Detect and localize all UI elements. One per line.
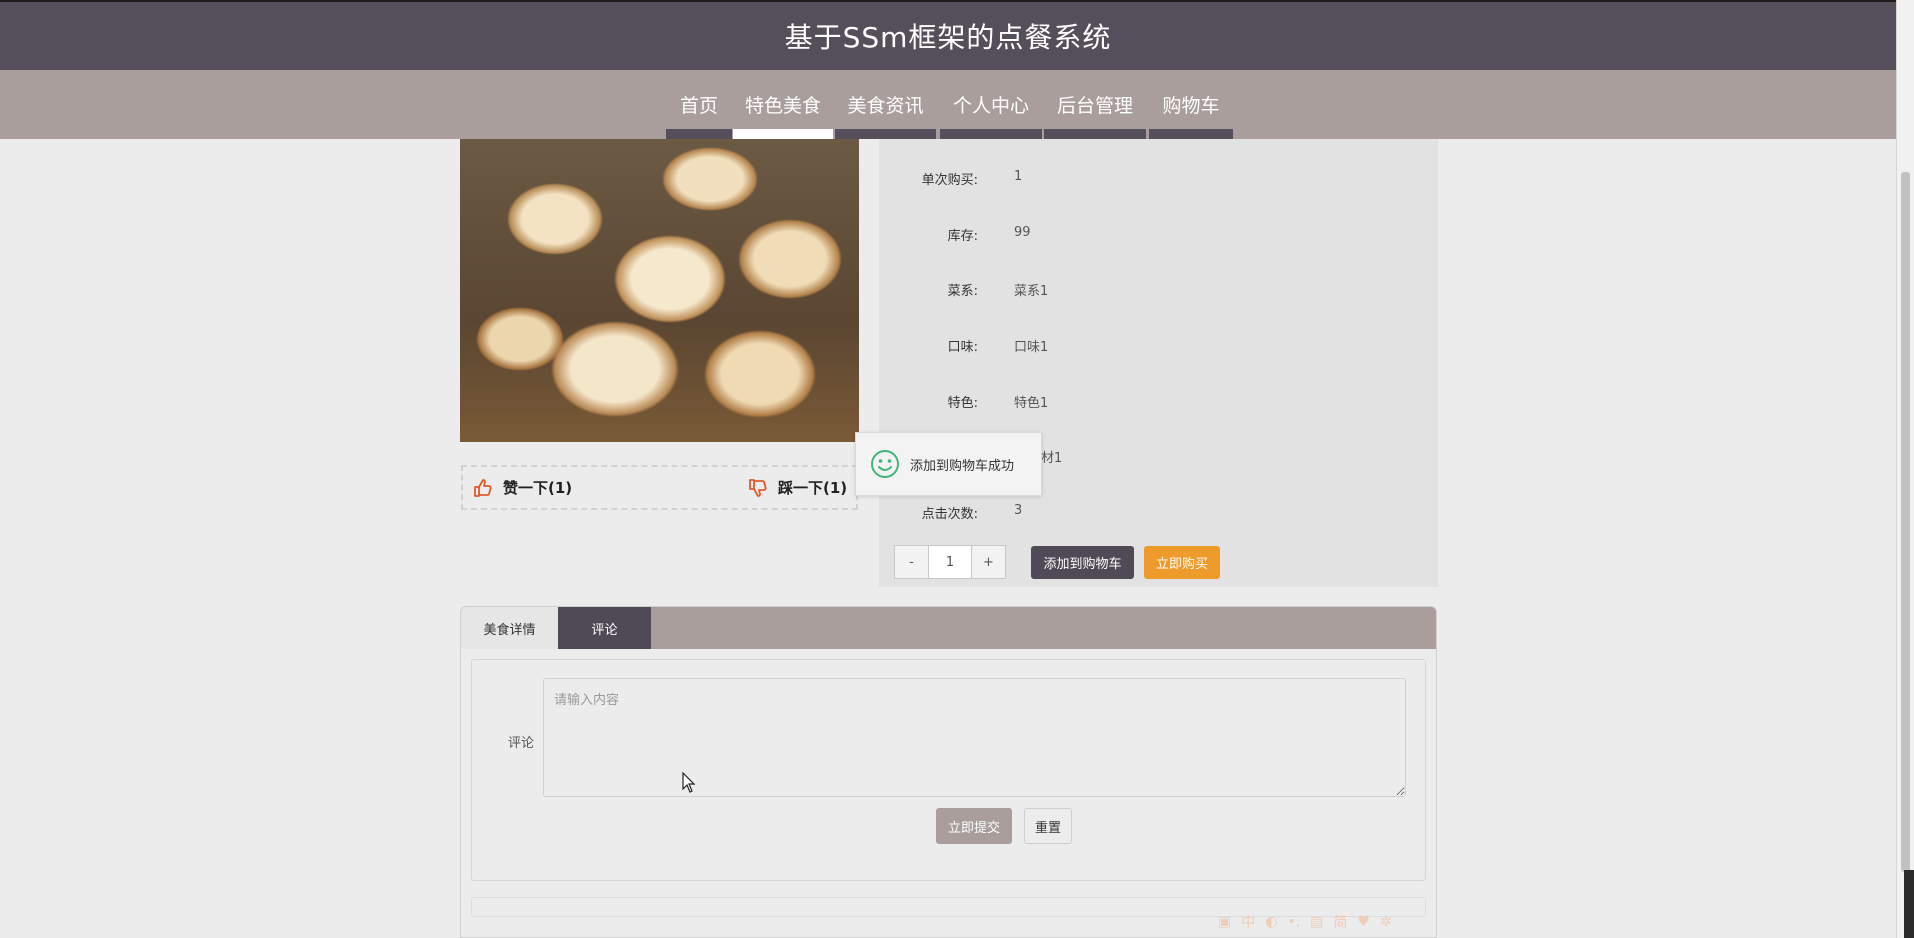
comment-label: 评论 xyxy=(508,736,535,751)
info-label: 特色: xyxy=(947,396,978,411)
smile-icon xyxy=(871,450,899,478)
nav-item-profile[interactable]: 个人中心 xyxy=(940,70,1042,139)
info-row-feature: 特色: 特色1 xyxy=(879,392,1438,412)
nav-item-cart[interactable]: 购物车 xyxy=(1149,70,1233,139)
nav-item-label: 后台管理 xyxy=(1056,95,1133,117)
toast-message: 添加到购物车成功 xyxy=(910,458,1015,474)
tab-bar: 美食详情 评论 xyxy=(461,607,1436,649)
ime-shirt-icon: ♥ xyxy=(1357,914,1370,930)
nav-item-label: 首页 xyxy=(679,95,718,117)
quantity-plus-button[interactable]: + xyxy=(972,546,1005,578)
info-row-flavor: 口味: 口味1 xyxy=(879,336,1438,356)
main-nav: 首页 特色美食 美食资讯 个人中心 后台管理 购物车 xyxy=(0,70,1896,139)
reset-button[interactable]: 重置 xyxy=(1024,808,1072,844)
nav-item-label: 特色美食 xyxy=(744,95,821,117)
nav-item-home[interactable]: 首页 xyxy=(666,70,732,139)
info-row-cuisine: 菜系: 菜系1 xyxy=(879,280,1438,300)
info-label: 单次购买: xyxy=(921,173,978,188)
ime-punct-icon: •, xyxy=(1287,914,1301,930)
quantity-input[interactable]: 1 xyxy=(928,546,972,578)
tab-comments[interactable]: 评论 xyxy=(558,607,651,649)
vertical-scrollbar[interactable] xyxy=(1896,0,1914,938)
site-title: 基于SSm框架的点餐系统 xyxy=(784,21,1112,54)
info-value: 材1 xyxy=(1041,451,1063,466)
dislike-label: 踩一下(1) xyxy=(778,479,848,497)
scrollbar-thumb[interactable] xyxy=(1901,172,1910,872)
info-value: 1 xyxy=(1014,169,1023,184)
info-label: 库存: xyxy=(947,229,978,244)
food-info-panel: 单次购买: 1 库存: 99 菜系: 菜系1 口味: 口味1 特色: 特色1 材… xyxy=(879,139,1438,587)
thumbs-down-icon xyxy=(749,478,767,497)
comment-textarea[interactable] xyxy=(543,678,1406,797)
like-label: 赞一下(1) xyxy=(503,479,573,497)
info-value: 口味1 xyxy=(1014,340,1049,355)
nav-underline xyxy=(1149,129,1233,139)
vote-box: 赞一下(1) 踩一下(1) xyxy=(461,465,858,510)
info-label: 口味: xyxy=(947,340,978,355)
comment-form: 评论 立即提交 重置 xyxy=(471,659,1426,881)
nav-underline xyxy=(1044,129,1146,139)
nav-item-label: 个人中心 xyxy=(952,95,1029,117)
info-value: 99 xyxy=(1014,225,1031,240)
nav-item-label: 购物车 xyxy=(1162,95,1220,117)
like-button[interactable]: 赞一下(1) xyxy=(473,477,572,498)
info-row-stock: 库存: 99 xyxy=(879,225,1438,245)
info-value: 特色1 xyxy=(1014,396,1049,411)
nav-item-admin[interactable]: 后台管理 xyxy=(1044,70,1146,139)
add-to-cart-button[interactable]: 添加到购物车 xyxy=(1031,546,1134,579)
nav-item-food-news[interactable]: 美食资讯 xyxy=(835,70,936,139)
ime-keyboard-icon: ▤ xyxy=(1310,914,1324,930)
info-row-click-count: 点击次数: 3 xyxy=(879,503,1438,523)
mouse-cursor-icon xyxy=(682,772,696,793)
site-header: 基于SSm框架的点餐系统 xyxy=(0,0,1896,70)
nav-underline xyxy=(835,129,936,139)
submit-button[interactable]: 立即提交 xyxy=(936,808,1012,844)
info-value: 3 xyxy=(1014,503,1023,518)
ime-toolbar: ▣ 中 ◐ •, ▤ 简 ♥ ✲ xyxy=(1218,912,1418,932)
quantity-stepper: - 1 + xyxy=(894,545,1006,579)
buy-now-button[interactable]: 立即购买 xyxy=(1144,546,1220,579)
ime-logo-icon: ▣ xyxy=(1218,914,1232,930)
ime-gear-icon: ✲ xyxy=(1379,914,1392,930)
ime-simplified-glyph: 简 xyxy=(1333,915,1348,931)
quantity-minus-button[interactable]: - xyxy=(895,546,928,578)
nav-underline xyxy=(733,129,833,139)
food-image xyxy=(460,139,859,442)
nav-item-featured-food[interactable]: 特色美食 xyxy=(733,70,833,139)
scrollbar-end-cap xyxy=(1904,870,1914,938)
ime-chinese-glyph: 中 xyxy=(1241,915,1256,931)
ime-moon-icon: ◐ xyxy=(1265,914,1278,930)
nav-underline xyxy=(666,129,732,139)
dislike-button[interactable]: 踩一下(1) xyxy=(748,477,847,498)
nav-item-label: 美食资讯 xyxy=(847,95,924,117)
tab-food-details[interactable]: 美食详情 xyxy=(461,607,558,649)
detail-tabs: 美食详情 评论 评论 立即提交 重置 xyxy=(460,606,1437,938)
thumbs-up-icon xyxy=(474,478,492,497)
nav-underline xyxy=(940,129,1042,139)
info-label: 点击次数: xyxy=(921,507,978,522)
success-toast: 添加到购物车成功 xyxy=(855,432,1042,496)
info-row-single-purchase: 单次购买: 1 xyxy=(879,169,1438,189)
info-label: 菜系: xyxy=(947,284,978,299)
info-value: 菜系1 xyxy=(1014,284,1049,299)
